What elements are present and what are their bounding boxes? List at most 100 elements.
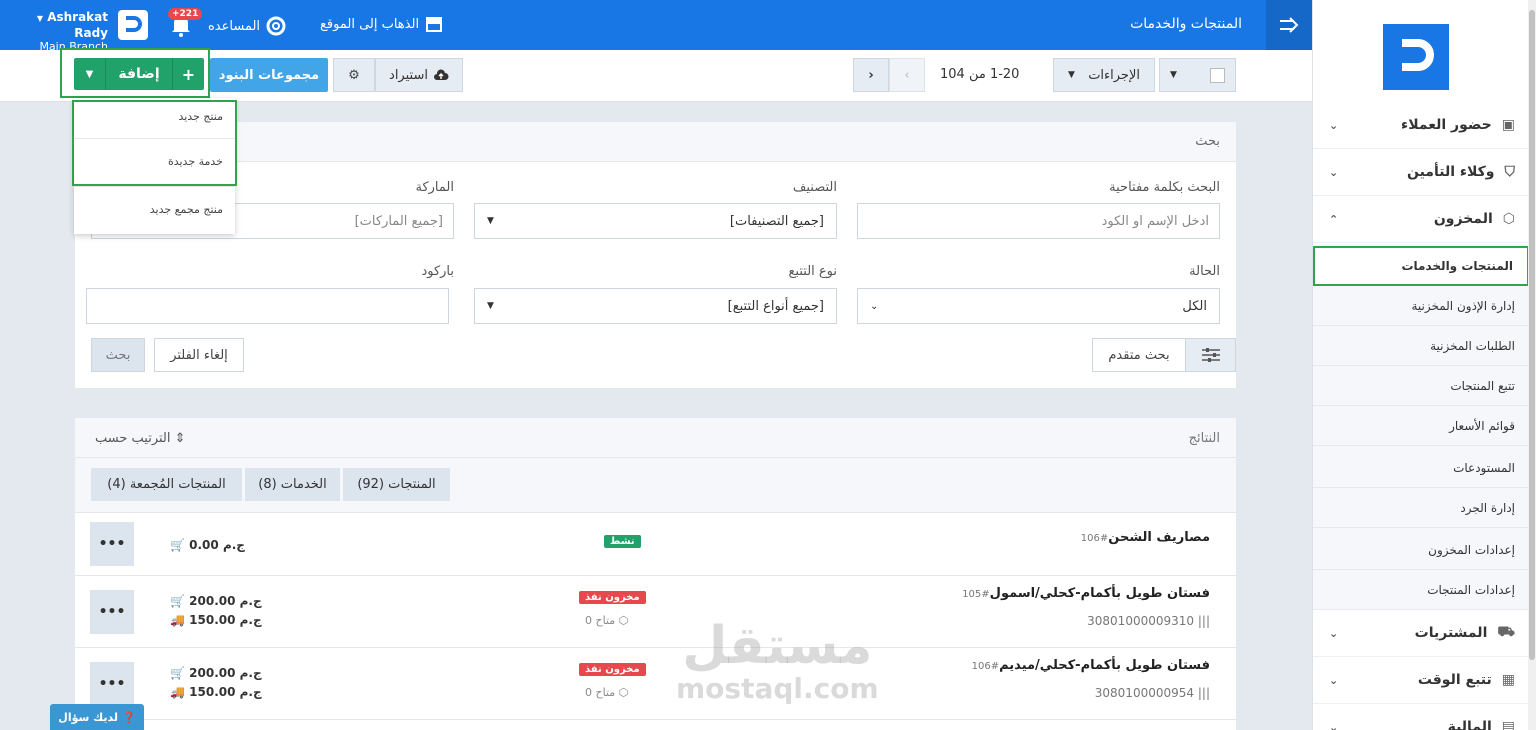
sidebar-item-label: المشتريات xyxy=(1414,625,1488,641)
sidebar-item-stock-requests[interactable]: الطلبات المخزنية xyxy=(1313,326,1529,366)
keyword-input[interactable]: ادخل الإسم او الكود xyxy=(857,203,1220,239)
brand-label: الماركة xyxy=(415,180,455,195)
sidebar-item-finance[interactable]: ⌄ المالية ▤ xyxy=(1313,704,1529,730)
app-logo[interactable] xyxy=(1383,24,1449,90)
select-all-checkbox[interactable] xyxy=(1210,67,1225,83)
sidebar-item-inventory[interactable]: ⌃ المخزون ⬡ xyxy=(1313,196,1529,243)
ask-question-button[interactable]: لديك سؤال ❓ xyxy=(50,704,144,730)
item-groups-button[interactable]: مجموعات البنود xyxy=(210,58,328,92)
chevron-right-icon: › xyxy=(868,67,874,83)
chevron-down-icon: ⌄ xyxy=(1329,673,1339,687)
product-name[interactable]: فستان طويل بأكمام-كحلي/اسمول#105 xyxy=(958,586,1210,601)
add-dropdown-menu: منتج جديد خدمة جديدة منتج مجمع جديد xyxy=(72,98,237,234)
sell-price: 🛒 200.00 ج.م xyxy=(170,594,262,608)
add-button[interactable]: ▼ إضافة + xyxy=(74,58,204,90)
product-name[interactable]: فستان طويل بأكمام-كحلي/ميديم#106 xyxy=(968,658,1210,673)
prev-page-button[interactable]: ‹ xyxy=(889,58,925,92)
sidebar-item-products-services[interactable]: المنتجات والخدمات xyxy=(1313,246,1529,286)
sidebar-item-label: تتبع الوقت xyxy=(1417,672,1492,688)
clear-filter-button[interactable]: إلغاء الفلتر xyxy=(154,338,244,372)
table-row[interactable]: فستان طويل بأكمام-كحلي/اسمول#105 3080100… xyxy=(75,576,1236,648)
watermark-en: mostaql.com xyxy=(676,672,879,705)
settings-button[interactable]: ⚙ xyxy=(333,58,375,92)
goto-site-label: الذهاب إلى الموقع xyxy=(320,16,420,32)
help-label: المساعده xyxy=(208,18,261,34)
ask-label: لديك سؤال xyxy=(58,710,118,724)
actions-dropdown[interactable]: ▼ الإجراءات xyxy=(1053,58,1155,92)
sidebar-item-inventory-settings[interactable]: إعدادات المخزون xyxy=(1313,530,1529,570)
menu-item-new-product[interactable]: منتج جديد xyxy=(178,110,223,123)
import-button[interactable]: استيراد xyxy=(375,58,463,92)
more-actions-button[interactable]: ••• xyxy=(90,662,134,706)
more-actions-button[interactable]: ••• xyxy=(90,590,134,634)
results-tabs: المنتجات (92) الخدمات (8) المنتجات المُج… xyxy=(75,458,1236,513)
sidebar-item-warehouses[interactable]: المستودعات xyxy=(1313,448,1529,488)
cart-icon: 🛒 xyxy=(170,666,185,680)
product-id: #106 xyxy=(1080,533,1109,544)
next-page-button[interactable]: › xyxy=(853,58,889,92)
sidebar-item-product-tracking[interactable]: تتبع المنتجات xyxy=(1313,366,1529,406)
inventory-submenu: المنتجات والخدمات إدارة الإذون المخزنية … xyxy=(1313,244,1529,610)
tab-products[interactable]: المنتجات (92) xyxy=(343,468,450,501)
menu-toggle-button[interactable] xyxy=(1266,0,1312,50)
scrollbar-thumb[interactable] xyxy=(1529,10,1535,660)
menu-divider xyxy=(74,186,235,187)
caret-down-icon: ▼ xyxy=(487,301,494,311)
notifications-button[interactable]: +221 xyxy=(168,8,203,38)
chevron-down-icon: ▼ xyxy=(1068,70,1075,80)
buy-price: 🚚 150.00 ج.م xyxy=(170,613,262,627)
status-select[interactable]: ⌄ الكل xyxy=(857,288,1220,324)
sidebar-scrollbar[interactable] xyxy=(1528,0,1536,730)
category-select[interactable]: ▼ [جميع التصنيفات] xyxy=(474,203,837,239)
sidebar-item-attendance[interactable]: ⌄ حضور العملاء ▣ xyxy=(1313,102,1529,149)
help-link[interactable]: المساعده xyxy=(208,16,286,36)
boxes-icon: ⬡ xyxy=(618,686,629,699)
sidebar-item-stocktaking[interactable]: إدارة الجرد xyxy=(1313,488,1529,528)
menu-item-new-service[interactable]: خدمة جديدة xyxy=(168,155,223,168)
tracking-select[interactable]: ▼ [جميع أنواع التتبع] xyxy=(474,288,837,324)
results-panel: النتائج الترتيب حسب ⇕ المنتجات (92) الخد… xyxy=(75,418,1236,730)
product-name[interactable]: مصاريف الشحن#106 xyxy=(1077,530,1210,545)
tab-services[interactable]: الخدمات (8) xyxy=(245,468,340,501)
sort-by-dropdown[interactable]: الترتيب حسب ⇕ xyxy=(95,431,186,446)
tab-bundles[interactable]: المنتجات المُجمعة (4) xyxy=(91,468,242,501)
product-id: #105 xyxy=(962,589,990,600)
sidebar: ⌄ حضور العملاء ▣ ⌄ وكلاء التأمين ⛉ ⌃ المخز… xyxy=(1312,0,1536,730)
barcode-input[interactable] xyxy=(86,288,449,324)
watermark: مستقل mostaql.com xyxy=(676,618,879,704)
keyword-label: البحث بكلمة مفتاحية xyxy=(1109,180,1220,195)
category-value: [جميع التصنيفات] xyxy=(729,213,824,229)
status-value: الكل xyxy=(1182,298,1207,314)
sell-price: 🛒 200.00 ج.م xyxy=(170,666,262,680)
app-logo-mini[interactable] xyxy=(118,10,148,40)
lifebuoy-icon xyxy=(266,16,286,36)
truck-icon: ⛟ xyxy=(1497,624,1515,640)
table-row[interactable]: مصاريف الشحن#106 نشط 🛒 0.00 ج.م ••• xyxy=(75,514,1236,576)
chevron-down-icon: ⌄ xyxy=(1329,626,1339,640)
stock-available: 0 متاح ⬡ xyxy=(585,686,629,699)
table-row[interactable]: فستان طويل بأكمام-كحلي/ميديم#106 3080100… xyxy=(75,648,1236,720)
more-actions-button[interactable]: ••• xyxy=(90,522,134,566)
goto-site-link[interactable]: الذهاب إلى الموقع xyxy=(320,16,443,32)
chevron-down-icon: ⌄ xyxy=(1329,165,1339,179)
barcode-label: باركود xyxy=(421,264,454,279)
select-all-dropdown[interactable]: ▼ xyxy=(1159,58,1236,92)
gear-icon: ⚙ xyxy=(348,67,360,83)
watermark-ar: مستقل xyxy=(682,616,873,676)
sidebar-item-purchases[interactable]: ⌄ المشتريات ⛟ xyxy=(1313,610,1529,657)
sort-label: الترتيب حسب xyxy=(95,431,171,446)
sidebar-item-product-settings[interactable]: إعدادات المنتجات xyxy=(1313,570,1529,610)
advanced-search-button[interactable]: بحث متقدم xyxy=(1092,338,1236,372)
sidebar-item-stock-permits[interactable]: إدارة الإذون المخزنية xyxy=(1313,286,1529,326)
sidebar-item-insurance[interactable]: ⌄ وكلاء التأمين ⛉ xyxy=(1313,149,1529,196)
tracking-label: نوع التتبع xyxy=(788,264,837,279)
menu-item-new-bundle[interactable]: منتج مجمع جديد xyxy=(150,203,223,216)
search-button[interactable]: بحث xyxy=(91,338,145,372)
sidebar-item-price-lists[interactable]: قوائم الأسعار xyxy=(1313,406,1529,446)
chevron-down-icon[interactable]: ▼ xyxy=(74,58,106,90)
stock-available: 0 متاح ⬡ xyxy=(585,614,629,627)
sidebar-item-time-tracking[interactable]: ⌄ تتبع الوقت ▦ xyxy=(1313,657,1529,704)
search-title: بحث xyxy=(75,122,1236,162)
tracking-value: [جميع أنواع التتبع] xyxy=(727,298,824,314)
chevron-left-icon: ‹ xyxy=(904,67,910,83)
